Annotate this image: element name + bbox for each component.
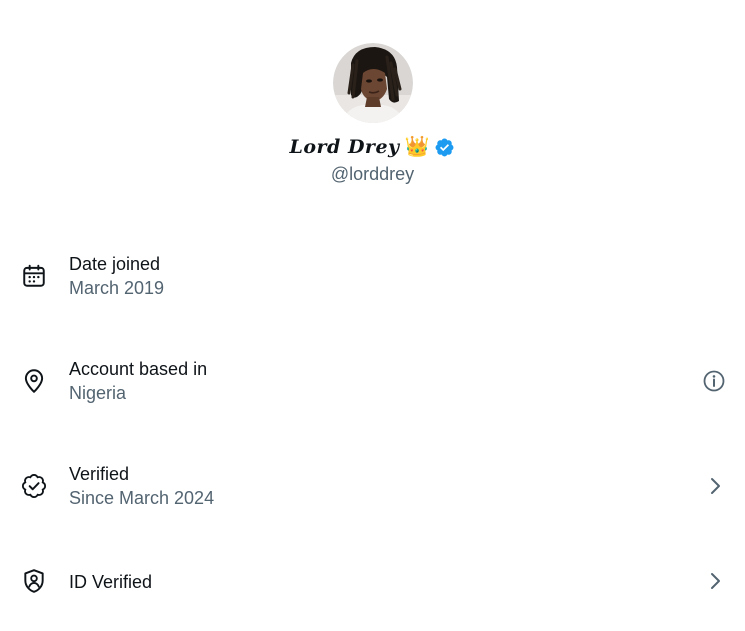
info-row-account-based-in: Account based in Nigeria [0,345,745,425]
avatar[interactable] [333,43,413,123]
row-title: Verified [69,464,130,484]
row-text: Account based in Nigeria [69,357,207,405]
row-subtitle: March 2019 [69,278,165,298]
chevron-right-icon[interactable] [703,569,727,593]
row-title: ID Verified [69,572,153,592]
info-row-id-verified[interactable]: ID Verified [0,545,745,625]
location-pin-icon [24,369,44,393]
info-row-date-joined: Date joined March 2019 [0,240,745,320]
row-title: Account based in [69,359,208,379]
info-row-verified[interactable]: Verified Since March 2024 [0,450,745,530]
shield-person-icon [24,569,44,593]
profile-handle: @lorddrey [330,164,415,184]
calendar-icon [23,264,45,287]
row-text: ID Verified [69,570,152,594]
row-text: Verified Since March 2024 [69,462,214,510]
crown-emoji: 👑 [404,136,430,158]
row-subtitle: Nigeria [69,383,127,403]
display-name: 𝑳𝒐𝒓𝒅 𝑫𝒓𝒆𝒚 [289,136,400,158]
row-subtitle: Since March 2024 [69,488,215,508]
verified-check-icon [21,473,47,499]
verified-badge-icon[interactable] [434,137,455,158]
info-icon[interactable] [702,369,726,393]
name-row: 𝑳𝒐𝒓𝒅 𝑫𝒓𝒆𝒚 👑 [0,133,745,161]
row-text: Date joined March 2019 [69,252,164,300]
row-title: Date joined [69,254,161,274]
profile-header: 𝑳𝒐𝒓𝒅 𝑫𝒓𝒆𝒚 👑 @lorddrey [0,0,745,200]
avatar-image [333,43,413,123]
chevron-right-icon[interactable] [703,474,727,498]
